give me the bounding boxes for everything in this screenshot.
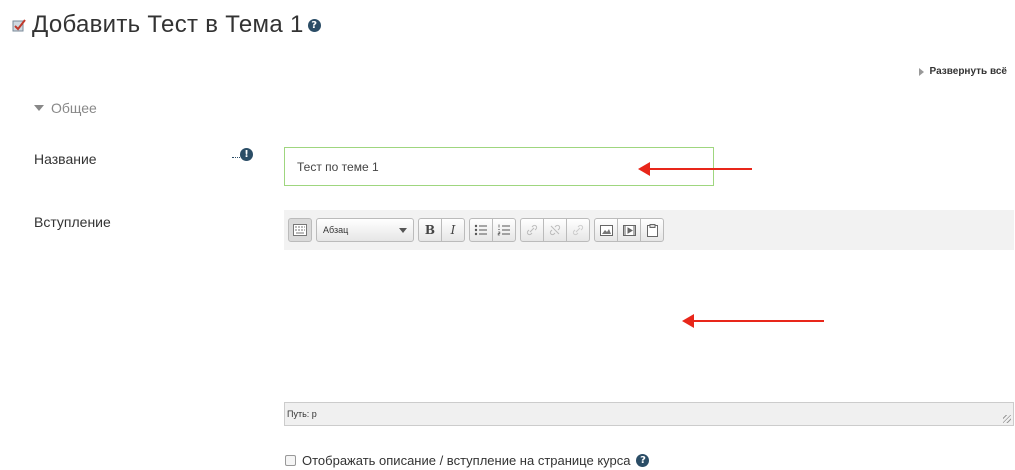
- intro-label: Вступление: [34, 214, 111, 230]
- anchor-link-icon: [572, 224, 584, 236]
- numbered-list-button[interactable]: [492, 218, 516, 242]
- paragraph-format-select[interactable]: Абзац: [316, 218, 414, 242]
- editor-path: Путь: p: [287, 409, 317, 419]
- section-general-toggle[interactable]: Общее: [34, 100, 97, 116]
- media-icon: [622, 224, 636, 236]
- editor-status-bar: Путь: p: [284, 402, 1014, 426]
- image-icon: [599, 224, 613, 236]
- expand-all-link[interactable]: Развернуть всё: [918, 66, 1007, 77]
- required-dots: [232, 157, 240, 158]
- unlink-icon: [549, 224, 561, 236]
- bullet-list-icon: [474, 224, 487, 236]
- page-title-text: Добавить Тест в Тема 1: [32, 11, 304, 38]
- show-description-checkbox[interactable]: [285, 455, 296, 466]
- show-description-option: Отображать описание / вступление на стра…: [285, 453, 650, 468]
- italic-button[interactable]: I: [441, 218, 465, 242]
- bullet-list-button[interactable]: [469, 218, 493, 242]
- unlink-button[interactable]: [543, 218, 567, 242]
- section-general-title: Общее: [51, 100, 97, 116]
- resize-grip-icon[interactable]: [1003, 415, 1011, 423]
- expand-all-label: Развернуть всё: [929, 66, 1007, 77]
- editor-toolbar: Абзац B I: [284, 210, 1014, 250]
- collapse-triangle-icon: [34, 105, 44, 111]
- chevron-down-icon: [399, 227, 407, 233]
- required-indicator: !: [232, 148, 253, 161]
- insert-media-button[interactable]: [617, 218, 641, 242]
- keyboard-icon: [293, 224, 307, 236]
- annotation-arrow-intro: [682, 314, 824, 328]
- show-description-label: Отображать описание / вступление на стра…: [302, 453, 631, 468]
- link-button[interactable]: [520, 218, 544, 242]
- help-icon[interactable]: ?: [636, 454, 650, 467]
- anchor-button[interactable]: [566, 218, 590, 242]
- clipboard-icon: [646, 223, 658, 237]
- insert-image-button[interactable]: [594, 218, 618, 242]
- link-icon: [526, 224, 538, 236]
- expand-triangle-icon: [918, 67, 924, 76]
- rich-text-editor: Абзац B I Путь: p: [284, 210, 1014, 426]
- bold-button[interactable]: B: [418, 218, 442, 242]
- annotation-arrow-name: [638, 162, 752, 176]
- page-title: Добавить Тест в Тема 1 ?: [12, 10, 321, 40]
- paste-button[interactable]: [640, 218, 664, 242]
- help-icon[interactable]: ?: [307, 18, 321, 32]
- editor-content-area[interactable]: [284, 250, 1014, 402]
- numbered-list-icon: [497, 224, 510, 236]
- required-icon: !: [240, 148, 253, 161]
- paragraph-format-value: Абзац: [323, 225, 349, 235]
- toolbar-toggle-button[interactable]: [288, 218, 312, 242]
- quiz-icon: [12, 19, 26, 32]
- name-label: Название: [34, 151, 97, 167]
